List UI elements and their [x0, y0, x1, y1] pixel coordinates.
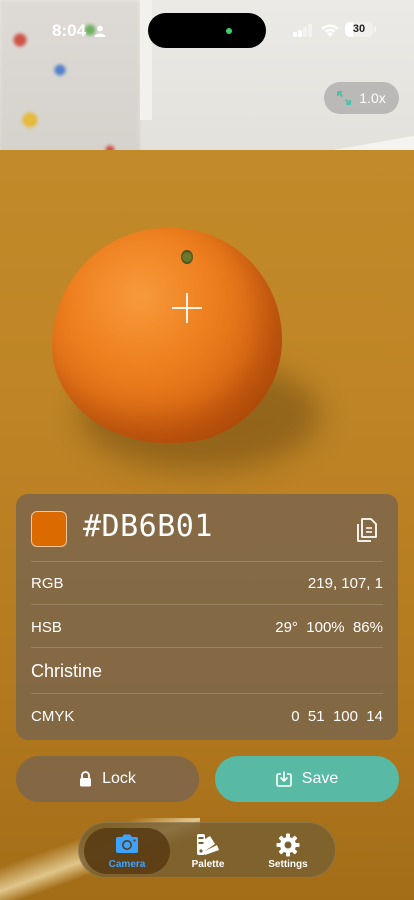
camera-active-dot: [226, 28, 232, 34]
camera-icon: [116, 834, 138, 853]
cmyk-label: CMYK: [31, 708, 75, 725]
tab-settings[interactable]: Settings: [245, 828, 331, 874]
lock-label: Lock: [102, 770, 136, 787]
zoom-button[interactable]: 1.0x: [324, 82, 399, 114]
palette-icon: [197, 834, 219, 855]
tab-palette[interactable]: Palette: [165, 828, 251, 874]
copy-icon[interactable]: [354, 516, 380, 544]
wifi-icon: [321, 24, 339, 37]
tab-camera[interactable]: Camera: [84, 828, 170, 874]
color-info-panel: #DB6B01 RGB 219, 107, 1 HSB 29° 100% 86%…: [16, 494, 398, 740]
expand-icon: [337, 91, 352, 105]
battery-nub: [374, 27, 376, 32]
person-icon: [94, 25, 106, 37]
cmyk-value: 0 51 100 14: [291, 708, 383, 725]
rgb-row[interactable]: RGB 219, 107, 1: [31, 561, 383, 604]
battery-level: 30: [352, 23, 366, 35]
rgb-label: RGB: [31, 575, 64, 592]
status-bar: 8:04 30: [0, 0, 414, 60]
rgb-value: 219, 107, 1: [307, 575, 383, 592]
cellular-signal-icon: [293, 24, 315, 37]
orange-fruit: [52, 228, 282, 443]
lock-button[interactable]: Lock: [16, 756, 199, 802]
color-name: Christine: [31, 661, 103, 681]
hex-value[interactable]: #DB6B01: [83, 509, 213, 544]
hsb-label: HSB: [31, 619, 62, 636]
gear-icon: [276, 833, 300, 857]
battery-icon: 30: [345, 22, 373, 37]
color-swatch[interactable]: [31, 511, 67, 547]
tab-camera-label: Camera: [108, 859, 146, 870]
tab-bar: Camera Palette Settings: [78, 822, 336, 878]
status-time: 8:04: [52, 21, 87, 40]
hsb-row[interactable]: HSB 29° 100% 86%: [31, 604, 383, 647]
cmyk-row[interactable]: CMYK 0 51 100 14: [31, 693, 383, 740]
orange-stem: [181, 250, 193, 264]
zoom-label: 1.0x: [359, 90, 386, 106]
tab-palette-label: Palette: [191, 859, 225, 870]
dynamic-island: [148, 13, 266, 48]
tab-settings-label: Settings: [268, 859, 308, 870]
lock-icon: [80, 771, 92, 787]
save-icon: [275, 771, 292, 787]
save-button[interactable]: Save: [215, 756, 399, 802]
save-label: Save: [301, 770, 339, 787]
crosshair-icon: [172, 293, 202, 323]
hsb-value: 29° 100% 86%: [275, 619, 383, 636]
